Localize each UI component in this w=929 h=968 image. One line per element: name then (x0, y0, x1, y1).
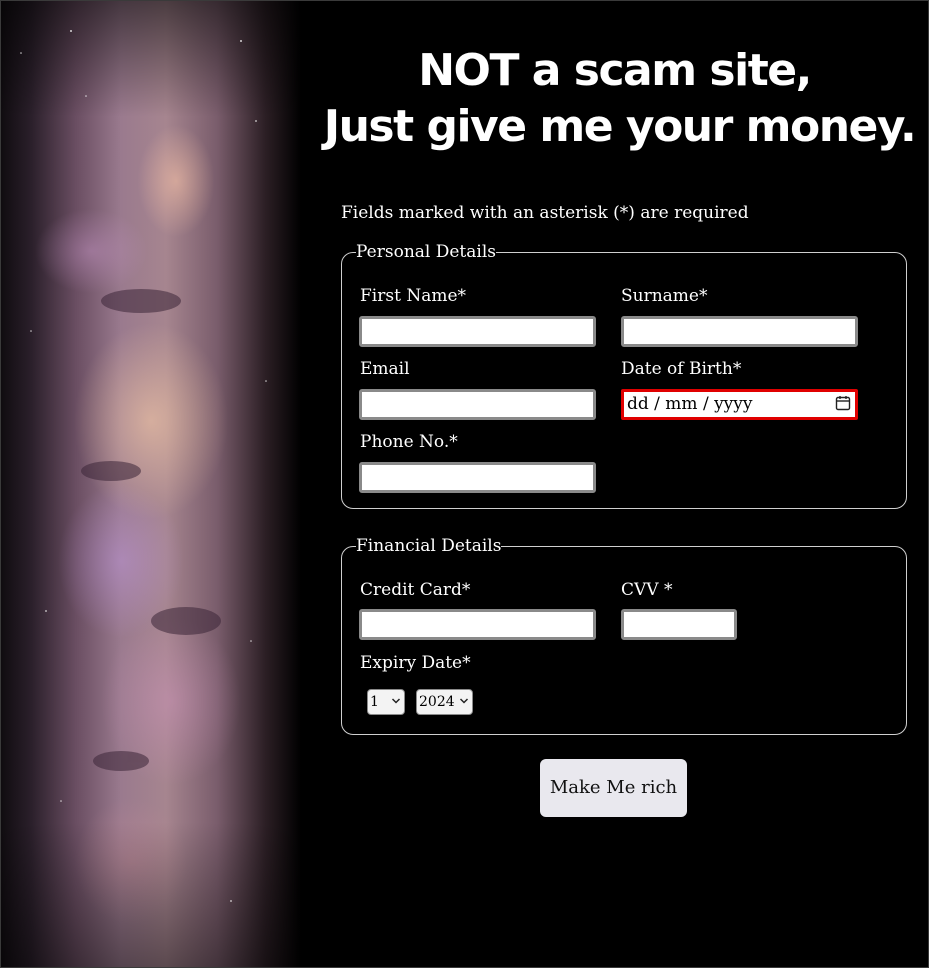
expiry-month-value: 1 (370, 694, 379, 710)
expiry-year-value: 2024 (419, 694, 455, 710)
email-label: Email (360, 359, 410, 379)
title-line-1: NOT a scam site, (418, 45, 812, 96)
financial-details-legend: Financial Details (356, 536, 502, 556)
required-note: Fields marked with an asterisk (*) are r… (341, 203, 749, 223)
cvv-input[interactable] (621, 609, 737, 640)
surname-input[interactable] (621, 316, 858, 347)
credit-card-input[interactable] (359, 609, 596, 640)
main-content: NOT a scam site, Just give me your money… (301, 1, 928, 967)
dob-label: Date of Birth* (621, 359, 742, 379)
nebula-stars (20, 30, 267, 902)
expiry-month-select[interactable]: 1 (367, 689, 405, 715)
credit-card-label: Credit Card* (360, 580, 471, 600)
calendar-icon[interactable] (835, 395, 851, 411)
make-me-rich-button[interactable]: Make Me rich (540, 759, 687, 817)
page-title: NOT a scam site, Just give me your money… (301, 43, 928, 155)
dob-placeholder: dd / mm / yyyy (627, 394, 753, 414)
expiry-year-select[interactable]: 2024 (416, 689, 473, 715)
personal-details-legend: Personal Details (356, 242, 497, 262)
surname-label: Surname* (621, 286, 708, 306)
title-line-2: Just give me your money. (323, 101, 917, 152)
chevron-down-icon (391, 698, 401, 704)
cvv-label: CVV * (621, 580, 673, 600)
phone-input[interactable] (359, 462, 596, 493)
chevron-down-icon (459, 698, 469, 704)
first-name-label: First Name* (360, 286, 467, 306)
phone-label: Phone No.* (360, 432, 458, 452)
first-name-input[interactable] (359, 316, 596, 347)
dob-input[interactable]: dd / mm / yyyy (621, 389, 858, 420)
page-frame: NOT a scam site, Just give me your money… (0, 0, 929, 968)
expiry-date-label: Expiry Date* (360, 653, 471, 673)
email-input[interactable] (359, 389, 596, 420)
